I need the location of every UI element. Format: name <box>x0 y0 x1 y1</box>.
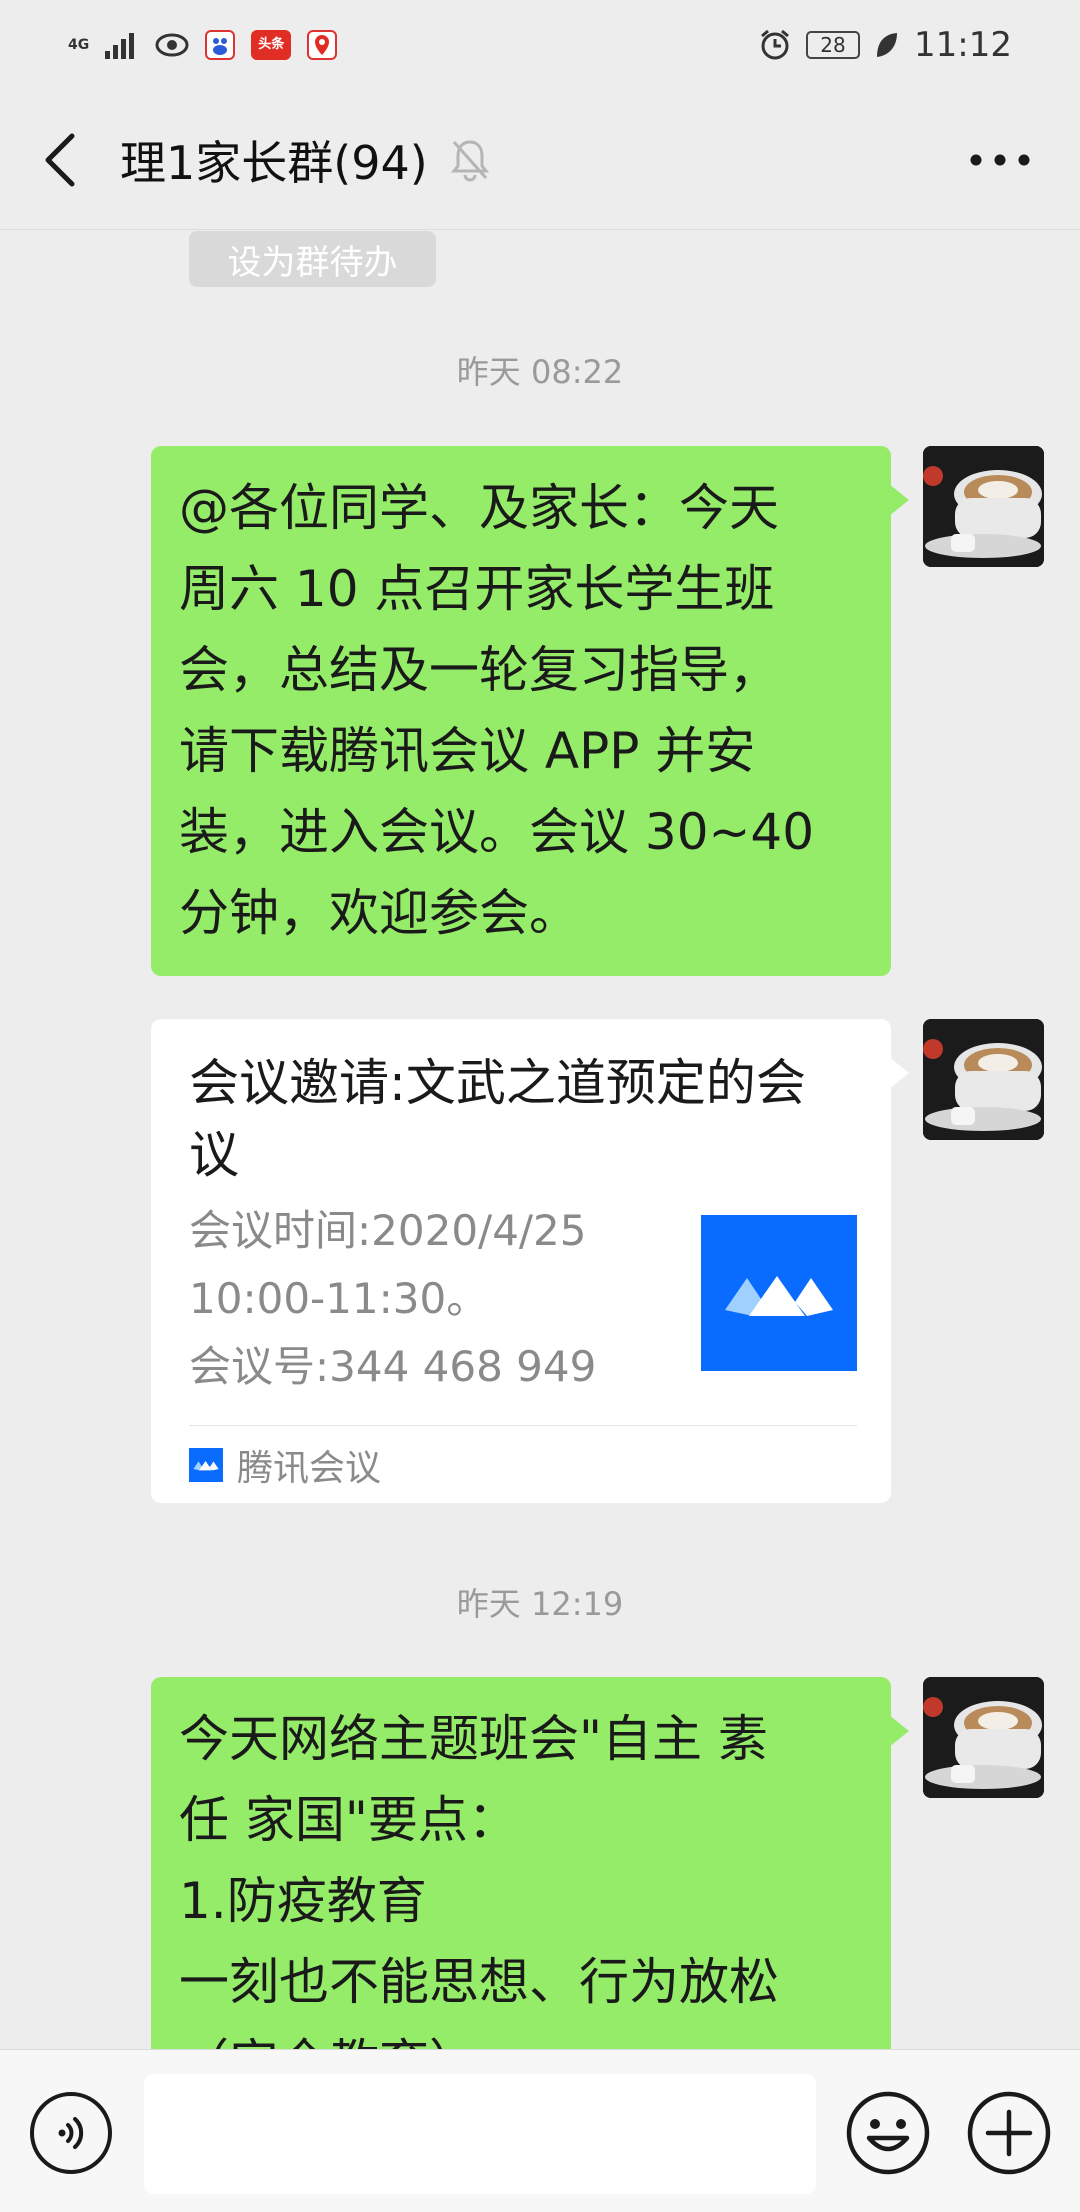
coffee-cup-avatar-image <box>923 446 1044 567</box>
input-bar <box>0 2049 1080 2212</box>
coffee-cup-avatar-image <box>923 1019 1044 1140</box>
back-button[interactable] <box>0 90 120 230</box>
avatar[interactable] <box>923 1677 1044 1798</box>
network-indicator: 4G <box>68 38 89 52</box>
status-left: 4G 头条 <box>68 30 338 60</box>
more-button[interactable] <box>960 125 1040 195</box>
emoji-icon[interactable] <box>845 2090 931 2176</box>
more-dots-icon <box>970 154 1030 166</box>
network-type: 4G <box>68 37 90 53</box>
card-info: 会议时间:2020/4/25 10:00-11:30。 会议号:344 468 … <box>189 1197 669 1401</box>
status-right: 28 11:12 <box>758 25 1012 65</box>
set-todo-button[interactable]: 设为群待办 <box>189 231 436 287</box>
alarm-icon <box>761 29 789 60</box>
baidu-app-icon <box>205 30 236 60</box>
chevron-left-icon <box>45 133 75 186</box>
tencent-meeting-logo <box>701 1215 857 1371</box>
timestamp: 昨天 12:19 <box>456 1585 624 1623</box>
meeting-id: 会议号:344 468 949 <box>189 1342 597 1391</box>
coffee-cup-avatar-image <box>923 1677 1044 1798</box>
status-time: 11:12 <box>914 25 1012 65</box>
meeting-time-range: 10:00-11:30。 <box>189 1274 489 1323</box>
plus-circle-icon[interactable] <box>966 2090 1052 2176</box>
chat-screen: 4G 头条 28 11:12 理1家长群(94) 设为群待办 昨天 08:22 … <box>0 0 1080 2212</box>
card-body: 会议时间:2020/4/25 10:00-11:30。 会议号:344 468 … <box>189 1197 857 1401</box>
card-footer: 腾讯会议 <box>189 1425 857 1503</box>
chat-header: 理1家长群(94) <box>0 90 1080 230</box>
location-app-icon <box>307 30 338 60</box>
timestamp: 昨天 08:22 <box>456 353 624 391</box>
avatar[interactable] <box>923 1019 1044 1140</box>
bell-off-icon <box>450 139 489 181</box>
meeting-time: 会议时间:2020/4/25 <box>189 1206 587 1255</box>
card-source: 腾讯会议 <box>237 1447 382 1489</box>
message-bubble[interactable]: @各位同学、及家长：今天 周六 10 点召开家长学生班 会，总结及一轮复习指导，… <box>151 446 909 976</box>
toutiao-app-icon: 头条 <box>251 30 292 60</box>
status-bar: 4G 头条 28 11:12 <box>0 0 1080 90</box>
message-list[interactable]: 设为群待办 昨天 08:22 @各位同学、及家长：今天 周六 10 点召开家长学… <box>0 231 1080 2049</box>
tencent-meeting-mini-icon <box>189 1447 223 1482</box>
message-bubble[interactable]: 今天网络主题班会"自主 素 任 家国"要点： 1.防疫教育 一刻也不能思想、行为… <box>151 1677 909 2049</box>
card-title: 会议邀请:文武之道预定的会议 <box>189 1054 806 1184</box>
voice-button[interactable] <box>30 2092 112 2174</box>
voice-icon <box>58 2117 84 2149</box>
leaf-icon <box>877 33 898 57</box>
chat-title: 理1家长群(94) <box>120 135 428 190</box>
eye-icon <box>155 33 189 57</box>
meeting-invite-card[interactable]: 会议邀请:文武之道预定的会议 会议时间:2020/4/25 10:00-11:3… <box>151 1019 909 1503</box>
message-input[interactable] <box>144 2074 816 2194</box>
tencent-meeting-icon <box>725 1276 833 1316</box>
signal-icon <box>105 33 135 59</box>
battery-indicator: 28 <box>806 31 861 59</box>
avatar[interactable] <box>923 446 1044 567</box>
